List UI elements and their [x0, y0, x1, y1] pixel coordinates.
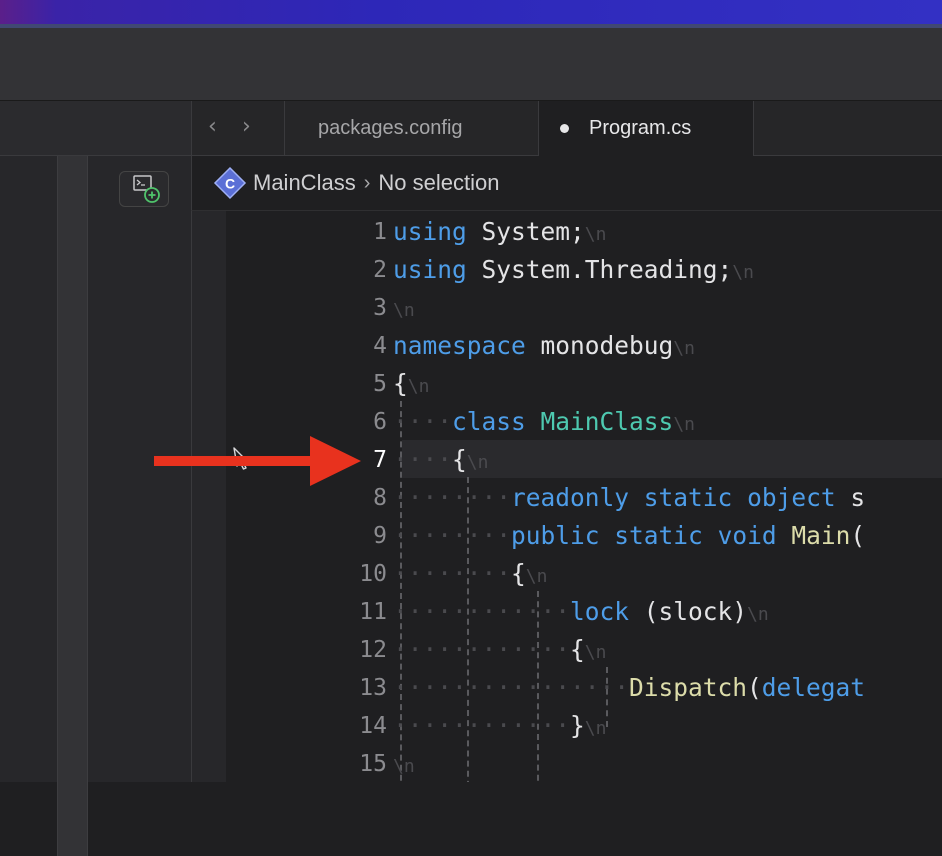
- code-line: 2 using System.Threading;\n: [192, 251, 942, 289]
- tab-program-cs[interactable]: Program.cs: [538, 101, 754, 156]
- modified-dot-icon: [560, 124, 569, 133]
- line-number: 3: [373, 295, 387, 321]
- code-line: 15 \n: [192, 745, 942, 782]
- left-panel-column: [57, 156, 88, 856]
- breadcrumb-selection[interactable]: No selection: [378, 170, 499, 196]
- line-number: 13: [359, 675, 387, 701]
- tab-bar: ‹ › packages.config Program.cs: [191, 101, 942, 156]
- code-line: 1 using System;\n: [192, 213, 942, 251]
- svg-text:C: C: [225, 176, 235, 192]
- line-number: 1: [373, 219, 387, 245]
- line-number: 11: [359, 599, 387, 625]
- line-number: 9: [373, 523, 387, 549]
- line-number: 15: [359, 751, 387, 777]
- code-editor[interactable]: 1 using System;\n 2 using System.Threadi…: [191, 211, 942, 782]
- tab-packages-config[interactable]: packages.config: [284, 101, 538, 155]
- code-line: 11 ············lock (slock)\n: [192, 593, 942, 631]
- line-number: 2: [373, 257, 387, 283]
- breadcrumb: C MainClass › No selection: [191, 156, 942, 211]
- code-line: 12 ············{\n: [192, 631, 942, 669]
- line-number: 4: [373, 333, 387, 359]
- class-icon: C: [213, 166, 247, 200]
- line-number: 14: [359, 713, 387, 739]
- left-panel-header: [0, 101, 191, 156]
- new-terminal-button[interactable]: [119, 171, 169, 207]
- line-number: 10: [359, 561, 387, 587]
- breadcrumb-class[interactable]: MainClass: [253, 170, 356, 196]
- code-line: 10 ········{\n: [192, 555, 942, 593]
- line-number: 12: [359, 637, 387, 663]
- line-number: 5: [373, 371, 387, 397]
- code-line: 14 ············}\n: [192, 707, 942, 745]
- tab-label: packages.config: [318, 116, 463, 139]
- window-top-strip: [0, 0, 942, 26]
- terminal-add-icon: [133, 175, 160, 203]
- breadcrumb-separator: ›: [363, 171, 371, 194]
- code-line: 4 namespace monodebug\n: [192, 327, 942, 365]
- code-line: 9 ········public static void Main(: [192, 517, 942, 555]
- code-line: 5 {\n: [192, 365, 942, 403]
- forward-arrow-icon[interactable]: ›: [242, 115, 251, 139]
- back-arrow-icon[interactable]: ‹: [208, 115, 217, 139]
- main-toolbar: [0, 28, 942, 101]
- tab-label: Program.cs: [589, 117, 692, 139]
- code-line: 3 \n: [192, 289, 942, 327]
- code-line: 13 ················Dispatch(delegat: [192, 669, 942, 707]
- annotation-arrow-icon: [154, 436, 361, 486]
